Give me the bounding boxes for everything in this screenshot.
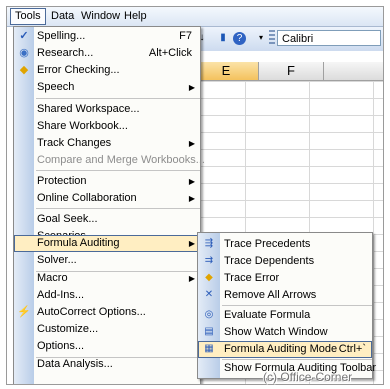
- menu-item-customize[interactable]: Customize...: [14, 321, 200, 338]
- trace-precedents-label: Trace Precedents: [224, 238, 311, 250]
- column-header-g[interactable]: [324, 62, 383, 81]
- autocorrect-icon: ⚡: [17, 306, 31, 318]
- formula-auditing-mode-shortcut: Ctrl+`: [338, 343, 366, 355]
- spelling-label: Spelling...: [37, 30, 86, 42]
- menu-item-error-checking[interactable]: ◆ Error Checking...: [14, 62, 200, 79]
- research-shortcut: Alt+Click: [148, 47, 192, 59]
- error-checking-label: Error Checking...: [37, 64, 120, 76]
- menu-item-spelling[interactable]: ✓ Spelling... F7: [14, 28, 200, 45]
- tools-menu: ✓ Spelling... F7 ◉ Research... Alt+Click…: [13, 26, 205, 384]
- submenu-item-trace-error[interactable]: ◆ Trace Error: [198, 270, 372, 287]
- menu-separator: [36, 98, 200, 99]
- toolbar-grip[interactable]: [269, 30, 275, 46]
- toolbar-options-icon[interactable]: ▾: [253, 30, 269, 46]
- solver-label: Solver...: [37, 254, 77, 266]
- formula-auditing-submenu: ⇶ Trace Precedents ⇉ Trace Dependents ◆ …: [197, 232, 376, 379]
- menu-item-data-analysis[interactable]: Data Analysis...: [14, 356, 200, 373]
- share-workbook-label: Share Workbook...: [37, 120, 128, 132]
- submenu-item-trace-precedents[interactable]: ⇶ Trace Precedents: [198, 236, 372, 253]
- research-icon: ◉: [19, 47, 29, 59]
- formula-auditing-mode-icon: ▦: [204, 343, 214, 354]
- protection-label: Protection: [37, 175, 87, 187]
- submenu-arrow-icon: ▶: [188, 239, 195, 248]
- menu-separator: [36, 170, 200, 171]
- research-label: Research...: [37, 47, 94, 59]
- data-analysis-label: Data Analysis...: [37, 358, 113, 370]
- menu-item-formula-auditing[interactable]: Formula Auditing ▶: [14, 235, 200, 252]
- watermark: (c) Office-Corner: [263, 370, 353, 384]
- online-collaboration-label: Online Collaboration: [37, 192, 137, 204]
- error-checking-icon: ◆: [19, 64, 29, 76]
- submenu-arrow-icon: ▶: [188, 139, 195, 148]
- menu-separator: [222, 305, 372, 306]
- goal-seek-label: Goal Seek...: [37, 213, 98, 225]
- spelling-shortcut: F7: [179, 30, 192, 42]
- menu-bar: Tools Data Window Help: [7, 7, 383, 27]
- show-watch-window-label: Show Watch Window: [224, 326, 328, 338]
- submenu-arrow-icon: ▶: [188, 83, 195, 92]
- help-icon[interactable]: ?: [233, 32, 246, 45]
- macro-label: Macro: [37, 272, 68, 284]
- speech-label: Speech: [37, 81, 75, 93]
- submenu-arrow-icon: ▶: [188, 274, 195, 283]
- trace-dependents-icon: ⇉: [204, 255, 214, 266]
- trace-error-icon: ◆: [205, 272, 213, 283]
- menu-item-protection[interactable]: Protection ▶: [14, 173, 200, 190]
- menu-item-solver[interactable]: Solver...: [14, 252, 200, 269]
- excel-window: Tools Data Window Help Z↓ ▮ ? ▾ Calibri …: [6, 6, 384, 385]
- submenu-item-show-watch-window[interactable]: ▤ Show Watch Window: [198, 324, 372, 341]
- menu-item-goal-seek[interactable]: Goal Seek...: [14, 211, 200, 228]
- chart-icon[interactable]: ▮: [215, 30, 231, 46]
- menu-item-online-collaboration[interactable]: Online Collaboration ▶: [14, 190, 200, 207]
- track-changes-label: Track Changes: [37, 137, 112, 149]
- menu-item-research[interactable]: ◉ Research... Alt+Click: [14, 45, 200, 62]
- menu-separator: [36, 208, 200, 209]
- trace-precedents-icon: ⇶: [204, 238, 214, 249]
- menu-item-autocorrect[interactable]: ⚡ AutoCorrect Options...: [14, 304, 200, 321]
- submenu-arrow-icon: ▶: [188, 177, 195, 186]
- formula-auditing-mode-label: Formula Auditing Mode: [224, 343, 338, 355]
- menu-data[interactable]: Data: [47, 9, 78, 23]
- menu-window[interactable]: Window: [77, 9, 124, 23]
- font-name-box[interactable]: Calibri: [277, 30, 381, 46]
- spelling-icon: ✓: [19, 30, 29, 42]
- submenu-item-remove-arrows[interactable]: ✕ Remove All Arrows: [198, 287, 372, 304]
- customize-label: Customize...: [37, 323, 99, 335]
- add-ins-label: Add-Ins...: [37, 289, 85, 301]
- menu-item-compare-merge: Compare and Merge Workbooks...: [14, 152, 205, 169]
- column-header-e[interactable]: E: [194, 62, 259, 81]
- menu-item-shared-workspace[interactable]: Shared Workspace...: [14, 101, 200, 118]
- submenu-item-formula-auditing-mode[interactable]: ▦ Formula Auditing Mode Ctrl+`: [198, 341, 372, 358]
- formula-bar-area: [177, 51, 383, 62]
- formula-auditing-label: Formula Auditing: [37, 237, 120, 249]
- trace-dependents-label: Trace Dependents: [224, 255, 315, 267]
- evaluate-formula-label: Evaluate Formula: [224, 309, 311, 321]
- menu-item-options[interactable]: Options...: [14, 338, 200, 355]
- column-header-f[interactable]: F: [259, 62, 324, 81]
- shared-workspace-label: Shared Workspace...: [37, 103, 140, 115]
- menu-item-speech[interactable]: Speech ▶: [14, 79, 200, 96]
- options-label: Options...: [37, 340, 85, 352]
- menu-item-track-changes[interactable]: Track Changes ▶: [14, 135, 200, 152]
- menu-item-add-ins[interactable]: Add-Ins...: [14, 287, 200, 304]
- watch-window-icon: ▤: [204, 326, 214, 337]
- remove-arrows-icon: ✕: [204, 289, 214, 300]
- menu-item-macro[interactable]: Macro ▶: [14, 270, 200, 287]
- menu-tools[interactable]: Tools: [10, 8, 46, 25]
- menu-item-share-workbook[interactable]: Share Workbook...: [14, 118, 200, 135]
- autocorrect-label: AutoCorrect Options...: [37, 306, 146, 318]
- menu-help[interactable]: Help: [120, 9, 151, 23]
- compare-merge-label: Compare and Merge Workbooks...: [37, 154, 205, 166]
- trace-error-label: Trace Error: [224, 272, 280, 284]
- submenu-item-trace-dependents[interactable]: ⇉ Trace Dependents: [198, 253, 372, 270]
- remove-arrows-label: Remove All Arrows: [224, 289, 317, 301]
- formatting-toolbar: Z↓ ▮ ? ▾ Calibri: [177, 27, 383, 52]
- evaluate-formula-icon: ◎: [204, 309, 214, 320]
- submenu-item-evaluate-formula[interactable]: ◎ Evaluate Formula: [198, 307, 372, 324]
- submenu-arrow-icon: ▶: [188, 194, 195, 203]
